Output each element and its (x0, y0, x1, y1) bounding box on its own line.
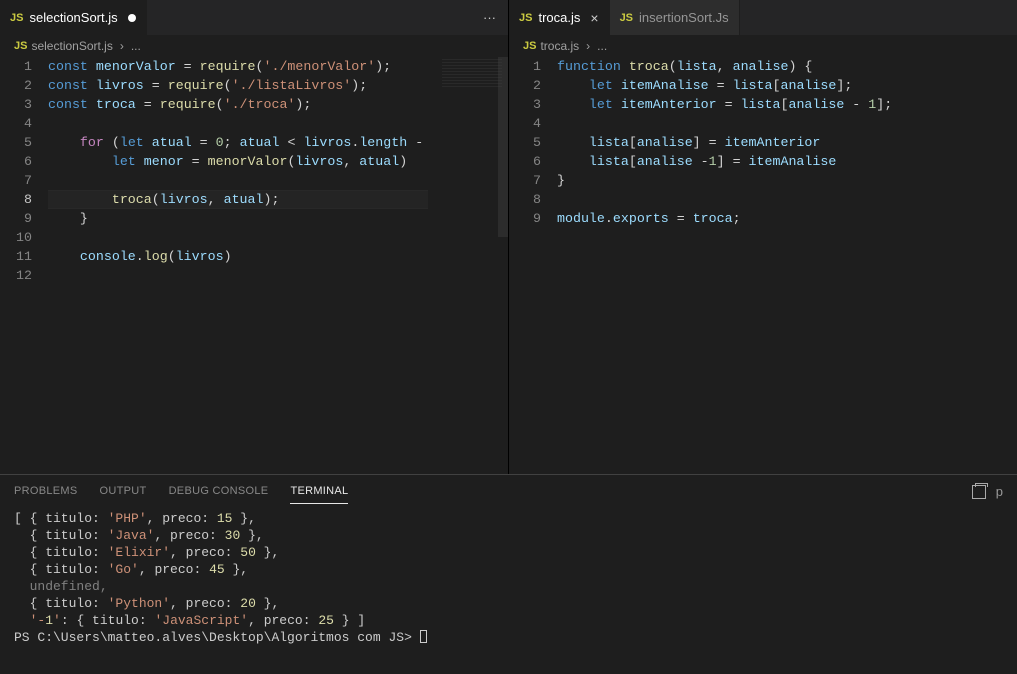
js-file-icon: JS (519, 12, 532, 24)
tab-overflow-button[interactable]: ··· (471, 10, 508, 25)
breadcrumb-rest: ... (131, 39, 141, 53)
panel-right-label: p (996, 484, 1003, 499)
breadcrumb-right[interactable]: JS troca.js › ... (509, 35, 1017, 57)
js-file-icon: JS (620, 12, 633, 24)
gutter-left[interactable]: 123456789101112 (0, 57, 48, 285)
editor-pane-right: JS troca.js × JS insertionSort.Js JS troca.j… (509, 0, 1017, 474)
scrollbar-left[interactable] (498, 57, 508, 237)
minimap-left[interactable] (428, 57, 508, 474)
tab-bar-right: JS troca.js × JS insertionSort.Js (509, 0, 1017, 35)
maximize-panel-icon[interactable] (972, 485, 986, 499)
breadcrumb-file: troca.js (540, 39, 579, 53)
bottom-panel: PROBLEMS OUTPUT DEBUG CONSOLE TERMINAL p [ … (0, 474, 1017, 674)
js-file-icon: JS (10, 12, 23, 24)
code-lines-right[interactable]: function troca(lista, analise) { let ite… (557, 57, 1017, 228)
panel-tab-debug-console[interactable]: DEBUG CONSOLE (169, 485, 269, 504)
panel-tab-output[interactable]: OUTPUT (100, 485, 147, 504)
code-area-right[interactable]: 123456789 function troca(lista, analise)… (509, 57, 1017, 474)
tab-label: troca.js (538, 10, 580, 25)
gutter-right[interactable]: 123456789 (509, 57, 557, 228)
tab-bar-left: JS selectionSort.js ··· (0, 0, 508, 35)
tab-label: insertionSort.Js (639, 10, 729, 25)
breadcrumb-rest: ... (597, 39, 607, 53)
chevron-right-icon: › (120, 39, 124, 53)
code-area-left[interactable]: 123456789101112 const menorValor = requi… (0, 57, 508, 474)
panel-tab-problems[interactable]: PROBLEMS (14, 485, 78, 504)
editor-pane-left: JS selectionSort.js ··· JS selectionSort.… (0, 0, 509, 474)
panel-tabbar: PROBLEMS OUTPUT DEBUG CONSOLE TERMINAL p (0, 475, 1017, 508)
editor-tab[interactable]: JS selectionSort.js (0, 0, 147, 35)
panel-tab-terminal[interactable]: TERMINAL (290, 485, 348, 504)
close-tab-icon[interactable]: × (590, 10, 598, 26)
breadcrumb-left[interactable]: JS selectionSort.js › ... (0, 35, 508, 57)
editor-tab[interactable]: JS troca.js × (509, 0, 610, 35)
editor-tab[interactable]: JS insertionSort.Js (610, 0, 740, 35)
dirty-indicator-icon (128, 14, 136, 22)
tab-label: selectionSort.js (29, 10, 117, 25)
breadcrumb-file: selectionSort.js (31, 39, 112, 53)
terminal-cursor (420, 630, 427, 643)
chevron-right-icon: › (586, 39, 590, 53)
js-file-icon: JS (523, 40, 536, 52)
terminal[interactable]: [ { titulo: 'PHP', preco: 15 }, { titulo… (0, 508, 1017, 674)
js-file-icon: JS (14, 40, 27, 52)
